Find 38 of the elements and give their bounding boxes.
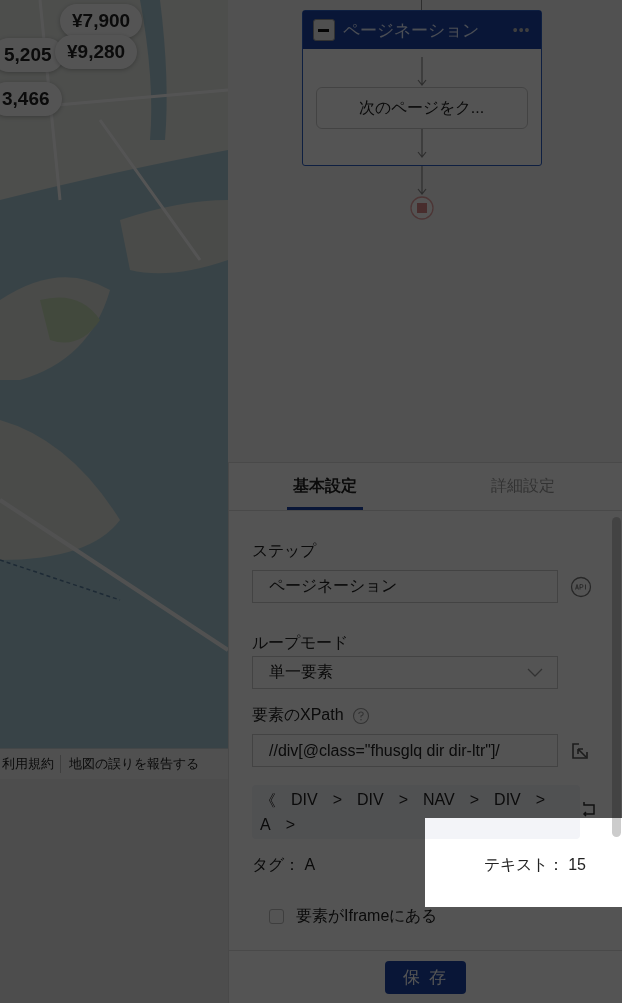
save-button[interactable]: 保 存 [385, 960, 466, 994]
api-icon[interactable] [570, 575, 592, 598]
collapse-button[interactable] [312, 19, 335, 41]
path-item[interactable]: A [260, 815, 271, 834]
step-node[interactable]: 次のページをク... [315, 87, 528, 129]
back-link[interactable]: 《 [260, 790, 276, 812]
help-icon[interactable] [351, 706, 370, 725]
path-item[interactable]: DIV [357, 790, 384, 812]
map-footer-link[interactable]: 地図の誤りを報告する [60, 755, 205, 773]
field-label: ステップ [252, 541, 316, 561]
field-label: ループモード [252, 633, 348, 653]
path-separator: > [332, 790, 342, 810]
xpath-field[interactable]: //div[@class="fhusglq dir dir-ltr"]/ [252, 734, 558, 767]
path-separator: > [398, 790, 409, 810]
return-icon[interactable] [580, 799, 598, 817]
tab[interactable]: 基本設定 [287, 463, 363, 510]
step-name-field[interactable]: ページネーション [252, 570, 558, 603]
chevron-down-icon[interactable] [527, 667, 543, 678]
path-item[interactable]: DIV [494, 790, 521, 812]
tag-info: タグ： A [252, 855, 316, 875]
path-item[interactable]: NAV [423, 790, 455, 812]
scrollbar[interactable] [612, 517, 621, 837]
arrow-icon [416, 166, 427, 196]
more-menu[interactable]: ••• [512, 22, 531, 38]
path-separator: > [285, 815, 295, 834]
arrow-icon [416, 57, 427, 87]
checkbox-label: 要素がIframeにある [296, 906, 438, 926]
path-item[interactable]: DIV [291, 790, 318, 812]
element-picker-icon[interactable] [570, 740, 590, 761]
path-separator: > [469, 790, 480, 810]
field-label: 要素のXPath [252, 705, 344, 725]
map-footer-link[interactable]: 利用規約 [0, 755, 60, 773]
stop-icon [409, 196, 434, 220]
path-separator: > [535, 790, 546, 810]
price-pin[interactable]: ¥9,280 [55, 35, 138, 69]
arrow-icon [416, 129, 427, 159]
price-pin[interactable]: 3,466 [0, 82, 62, 116]
text-info: テキスト： 15 [483, 855, 586, 875]
